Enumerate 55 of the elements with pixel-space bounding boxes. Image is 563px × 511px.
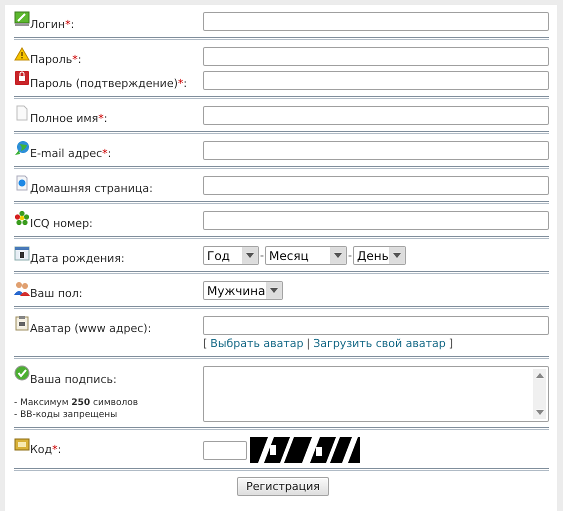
dropdown-arrow-icon bbox=[334, 253, 342, 258]
field-label: Ваша подпись: bbox=[30, 373, 118, 387]
signature-textarea[interactable] bbox=[203, 366, 549, 422]
register-button[interactable]: Регистрация bbox=[237, 477, 329, 496]
field-label: E-mail адрес*: bbox=[30, 147, 112, 161]
scroll-down-icon[interactable] bbox=[536, 410, 544, 415]
field-label: ICQ номер: bbox=[30, 217, 94, 231]
lock-icon bbox=[14, 70, 30, 86]
frame-icon bbox=[14, 436, 30, 452]
divider-text: | bbox=[306, 337, 310, 350]
checkmark-icon bbox=[14, 365, 30, 381]
dropdown[interactable]: Мужчина bbox=[203, 281, 283, 300]
field-label: Пароль*: bbox=[30, 53, 82, 67]
clipboard-icon bbox=[14, 315, 30, 331]
choose-avatar-link[interactable]: Выбрать аватар bbox=[210, 337, 304, 350]
text-field[interactable] bbox=[203, 141, 549, 160]
dropdown-arrow-icon bbox=[392, 253, 401, 258]
scroll-up-icon[interactable] bbox=[536, 373, 544, 378]
login-screen-icon bbox=[14, 11, 30, 27]
text-field[interactable] bbox=[203, 47, 549, 66]
globe-icon bbox=[14, 140, 30, 156]
bracket-text: ] bbox=[448, 337, 453, 350]
dropdown-arrow-icon bbox=[246, 253, 254, 258]
field-label: Логин*: bbox=[30, 18, 76, 32]
field-label: Домашняя страница: bbox=[30, 182, 154, 196]
text-field[interactable] bbox=[203, 71, 549, 90]
people-icon bbox=[14, 280, 30, 296]
warning-icon bbox=[14, 46, 30, 62]
field-label: Ваш пол: bbox=[30, 287, 84, 301]
calendar-icon bbox=[14, 245, 30, 261]
field-label: Аватар (www адрес): bbox=[30, 322, 152, 336]
text-field[interactable] bbox=[203, 316, 549, 335]
flower-icon bbox=[14, 210, 30, 226]
dropdown[interactable]: Месяц bbox=[264, 246, 347, 265]
dropdown[interactable]: День bbox=[352, 246, 406, 265]
scrollbar[interactable] bbox=[533, 369, 546, 419]
homepage-icon bbox=[14, 175, 30, 191]
dropdown[interactable]: Год bbox=[203, 246, 259, 265]
separator-text: - bbox=[348, 249, 352, 262]
text-field[interactable] bbox=[203, 106, 549, 125]
field-label: Дата рождения: bbox=[30, 252, 126, 266]
text-field[interactable] bbox=[203, 12, 549, 31]
dropdown-arrow-icon bbox=[270, 288, 278, 293]
code-field[interactable] bbox=[203, 440, 247, 460]
field-label: Пароль (подтверждение)*: bbox=[30, 77, 188, 91]
separator-text: - bbox=[260, 249, 264, 262]
field-label: Код*: bbox=[30, 443, 62, 457]
document-icon bbox=[14, 105, 30, 121]
upload-avatar-link[interactable]: Загрузить свой аватар bbox=[313, 337, 446, 350]
hint-text: - BB-коды запрещены bbox=[14, 409, 118, 421]
hint-text: - Максимум 250 символов bbox=[14, 397, 140, 409]
text-field[interactable] bbox=[203, 211, 549, 230]
bracket-text: [ bbox=[203, 337, 208, 350]
text-field[interactable] bbox=[203, 176, 549, 195]
field-label: Полное имя*: bbox=[30, 112, 109, 126]
